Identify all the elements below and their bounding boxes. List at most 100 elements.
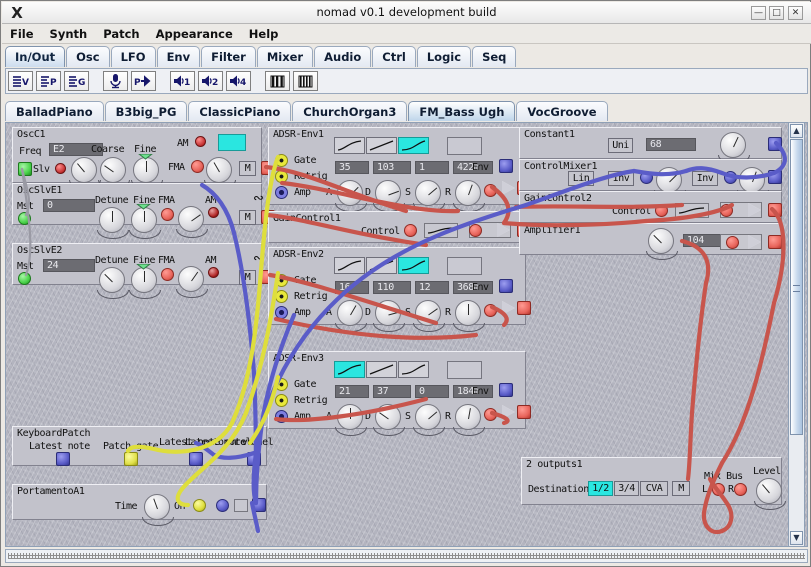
patch-tab-balladpiano[interactable]: BalladPiano	[5, 101, 104, 121]
minimize-button[interactable]: —	[751, 6, 766, 20]
env2-retrig-jack[interactable]	[275, 290, 288, 303]
env3-attack-display[interactable]: 21	[335, 385, 369, 398]
amplifier1-value-display[interactable]: 104	[683, 234, 725, 247]
amplifier1-in-jack[interactable]	[726, 236, 739, 249]
osc-c1-waveform-display[interactable]	[218, 134, 246, 151]
env3-out-jack[interactable]	[517, 405, 531, 419]
control-mixer1-in1-jack[interactable]	[640, 171, 653, 184]
maximize-button[interactable]: □	[769, 6, 784, 20]
patch-canvas[interactable]: OscC1 Freq E2 Slv Coarse Fine AM FMA M O…	[5, 122, 808, 547]
env1-retrig-jack[interactable]	[275, 170, 288, 183]
env1-amount-jack[interactable]	[484, 184, 497, 197]
env1-gate-jack[interactable]	[275, 154, 288, 167]
tab-ctrl[interactable]: Ctrl	[372, 46, 416, 67]
mst-display[interactable]: 0	[43, 199, 95, 212]
patch-tab-vocgroove[interactable]: VocGroove	[516, 101, 608, 121]
patch-tab-b3big-pg[interactable]: B3big_PG	[104, 101, 188, 121]
tab-logic[interactable]: Logic	[416, 46, 472, 67]
tab-lfo[interactable]: LFO	[110, 46, 156, 67]
vertical-scrollbar[interactable]: ▲ ▼	[788, 122, 805, 547]
scroll-down-button[interactable]: ▼	[790, 531, 803, 545]
osc-slv-e1-am-led[interactable]	[208, 207, 219, 218]
osc-slv-e1-mst-jack[interactable]	[18, 212, 31, 225]
tab-mixer[interactable]: Mixer	[256, 46, 314, 67]
env1-mode-button[interactable]	[447, 137, 482, 155]
env2-curve-lin-button[interactable]	[366, 257, 397, 274]
menu-item-patch[interactable]: Patch	[95, 24, 147, 44]
patch-gate-jack[interactable]	[124, 452, 138, 466]
osc-slv-e2-mute-button[interactable]: M	[239, 270, 256, 285]
list-voice-button[interactable]: V	[8, 71, 33, 91]
latest-note-on-vel-jack[interactable]	[189, 452, 203, 466]
module-adsr-env2[interactable]: ADSR-Env2 Gate Retrig Amp 16 110 12 368m…	[268, 247, 531, 332]
amplifier1-out-jack[interactable]	[768, 235, 782, 249]
control-mixer1-lin-button[interactable]: Lin	[568, 171, 594, 186]
env3-curve-lin-button[interactable]	[366, 361, 397, 378]
gain-control2-control-jack[interactable]	[655, 204, 668, 217]
module-control-mixer1[interactable]: ControlMixer1 Lin Inv Inv	[519, 159, 782, 199]
env1-amp-jack[interactable]	[275, 186, 288, 199]
module-constant1[interactable]: Constant1 Uni 68	[519, 127, 782, 164]
env3-env-jack[interactable]	[499, 383, 513, 397]
env3-decay-display[interactable]: 37	[373, 385, 411, 398]
module-osc-slv-e2[interactable]: OscSlvE2 Mst 24 Detune Fine FMA AM ∾ M	[12, 243, 275, 299]
env2-gate-jack[interactable]	[275, 274, 288, 287]
tab-audio[interactable]: Audio	[314, 46, 372, 67]
env1-attack-display[interactable]: 35	[335, 161, 369, 174]
env2-out-jack[interactable]	[517, 301, 531, 315]
env1-curve-exp-button[interactable]	[398, 137, 429, 154]
osc-slv-e2-am-led[interactable]	[208, 267, 219, 278]
close-button[interactable]: ✕	[788, 6, 803, 20]
dest-option-cva-button[interactable]: CVA	[640, 481, 668, 496]
env1-curve-log-button[interactable]	[334, 137, 365, 154]
tab-in-out[interactable]: In/Out	[5, 46, 66, 67]
osc-c1-slv-jack[interactable]	[18, 162, 32, 176]
module-gain-control2[interactable]: GainControl2 Control	[519, 191, 782, 223]
gain-control2-curve-box[interactable]	[675, 203, 709, 218]
env3-amp-jack[interactable]	[275, 410, 288, 423]
osc-slv-e2-mst-jack[interactable]	[18, 272, 31, 285]
osc-c1-am-led[interactable]	[195, 136, 206, 147]
env3-mode-button[interactable]	[447, 361, 482, 379]
env2-mode-button[interactable]	[447, 257, 482, 275]
osc-c1-fma-jack[interactable]	[191, 160, 204, 173]
portamento-in-jack[interactable]	[216, 499, 229, 512]
keyboard-b-button[interactable]	[293, 71, 318, 91]
env1-env-jack[interactable]	[499, 159, 513, 173]
menu-item-synth[interactable]: Synth	[42, 24, 96, 44]
dest-option-m-button[interactable]: M	[672, 481, 690, 496]
gain-control1-control-jack[interactable]	[404, 224, 417, 237]
control-mixer1-out-jack[interactable]	[768, 170, 782, 184]
patch-tab-fm-bass-ugh[interactable]: FM_Bass Ugh	[408, 101, 516, 121]
gain-control2-out-jack[interactable]	[768, 203, 782, 217]
osc-slv-e1-mute-button[interactable]: M	[239, 210, 256, 225]
tab-seq[interactable]: Seq	[472, 46, 517, 67]
module-adsr-env3[interactable]: ADSR-Env3 Gate Retrig Amp 21 37 0 184m A…	[268, 351, 531, 436]
control-mixer1-in2-jack[interactable]	[724, 171, 737, 184]
dest-option-1-2-button[interactable]: 1/2	[588, 481, 613, 496]
module-amplifier1[interactable]: Amplifier1 104	[519, 223, 782, 260]
portamento-on-jack[interactable]	[193, 499, 206, 512]
tab-osc[interactable]: Osc	[66, 46, 110, 67]
latest-note-on-rel-vel-jack[interactable]	[247, 452, 261, 466]
mst-display[interactable]: 24	[43, 259, 95, 272]
voice-mode-1-button[interactable]: 1	[170, 71, 195, 91]
env1-decay-display[interactable]: 103	[373, 161, 411, 174]
gain-control1-curve-box[interactable]	[424, 223, 458, 238]
module-outputs1[interactable]: 2 outputs1 Destination 1/2 3/4 CVA M Mix…	[521, 457, 786, 510]
osc-slv-e1-fma-jack[interactable]	[161, 208, 174, 221]
env2-curve-exp-button[interactable]	[398, 257, 429, 274]
module-portamento-a1[interactable]: PortamentoA1 Time On	[12, 484, 267, 526]
patch-tab-classicpiano[interactable]: ClassicPiano	[188, 101, 292, 121]
env3-amount-jack[interactable]	[484, 408, 497, 421]
module-adsr-env1[interactable]: ADSR-Env1 Gate Retrig Amp 35 103 1 422m …	[268, 127, 531, 212]
record-button[interactable]	[103, 71, 128, 91]
osc-slv-e2-fma-jack[interactable]	[161, 268, 174, 281]
dest-option-3-4-button[interactable]: 3/4	[614, 481, 639, 496]
env3-gate-jack[interactable]	[275, 378, 288, 391]
env2-attack-display[interactable]: 16	[335, 281, 369, 294]
env2-amount-jack[interactable]	[484, 304, 497, 317]
keyboard-a-button[interactable]	[265, 71, 290, 91]
env2-env-jack[interactable]	[499, 279, 513, 293]
module-osc-c1[interactable]: OscC1 Freq E2 Slv Coarse Fine AM FMA M	[12, 127, 275, 189]
